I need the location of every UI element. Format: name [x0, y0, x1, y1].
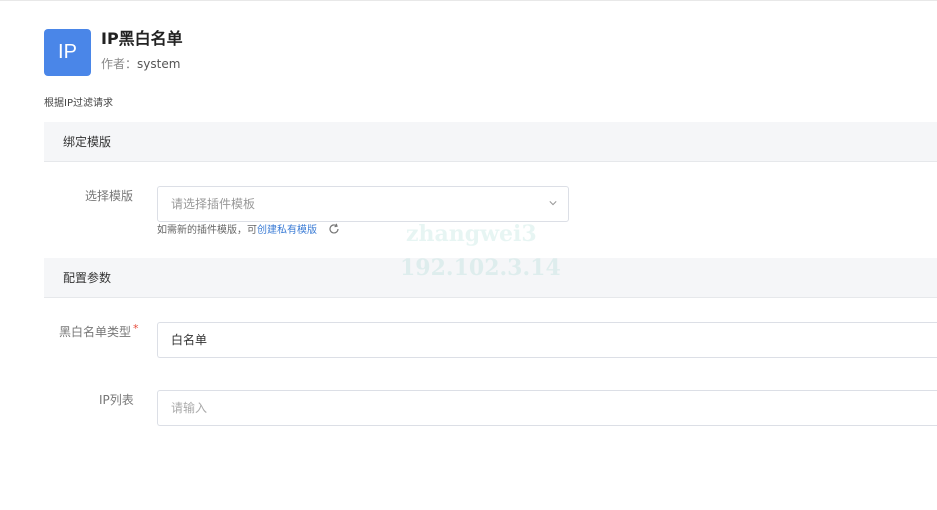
watermark-user: zhangwei3 — [406, 221, 537, 247]
template-hint-text: 如需新的插件模版，可 — [157, 225, 257, 236]
section-header-bind-template: 绑定模版 — [44, 122, 937, 162]
template-select-placeholder: 请选择插件模板 — [171, 197, 256, 211]
author-name: system — [137, 57, 181, 71]
plugin-logo: IP — [44, 29, 91, 76]
chevron-down-icon — [549, 201, 557, 206]
top-divider — [0, 0, 937, 1]
plugin-author: 作者：system — [101, 56, 180, 72]
list-type-field[interactable]: 白名单 — [157, 322, 937, 358]
section-header-config-params: 配置参数 — [44, 258, 937, 298]
list-type-label: 黑白名单类型 * — [59, 322, 139, 342]
template-select[interactable]: 请选择插件模板 — [157, 186, 569, 222]
plugin-title: IP黑白名单 — [101, 29, 183, 48]
author-label: 作者： — [101, 57, 138, 71]
plugin-description: 根据IP过滤请求 — [44, 98, 113, 109]
create-private-template-link[interactable]: 创建私有模版 — [257, 225, 317, 236]
list-type-label-text: 黑白名单类型 — [59, 325, 132, 339]
required-marker: * — [133, 322, 139, 335]
ip-list-input[interactable]: 请输入 — [157, 390, 937, 426]
select-template-label: 选择模版 — [85, 189, 134, 203]
template-hint: 如需新的插件模版，可创建私有模版 — [157, 223, 340, 238]
refresh-icon[interactable] — [328, 223, 340, 235]
ip-list-label: IP列表 — [99, 393, 134, 407]
